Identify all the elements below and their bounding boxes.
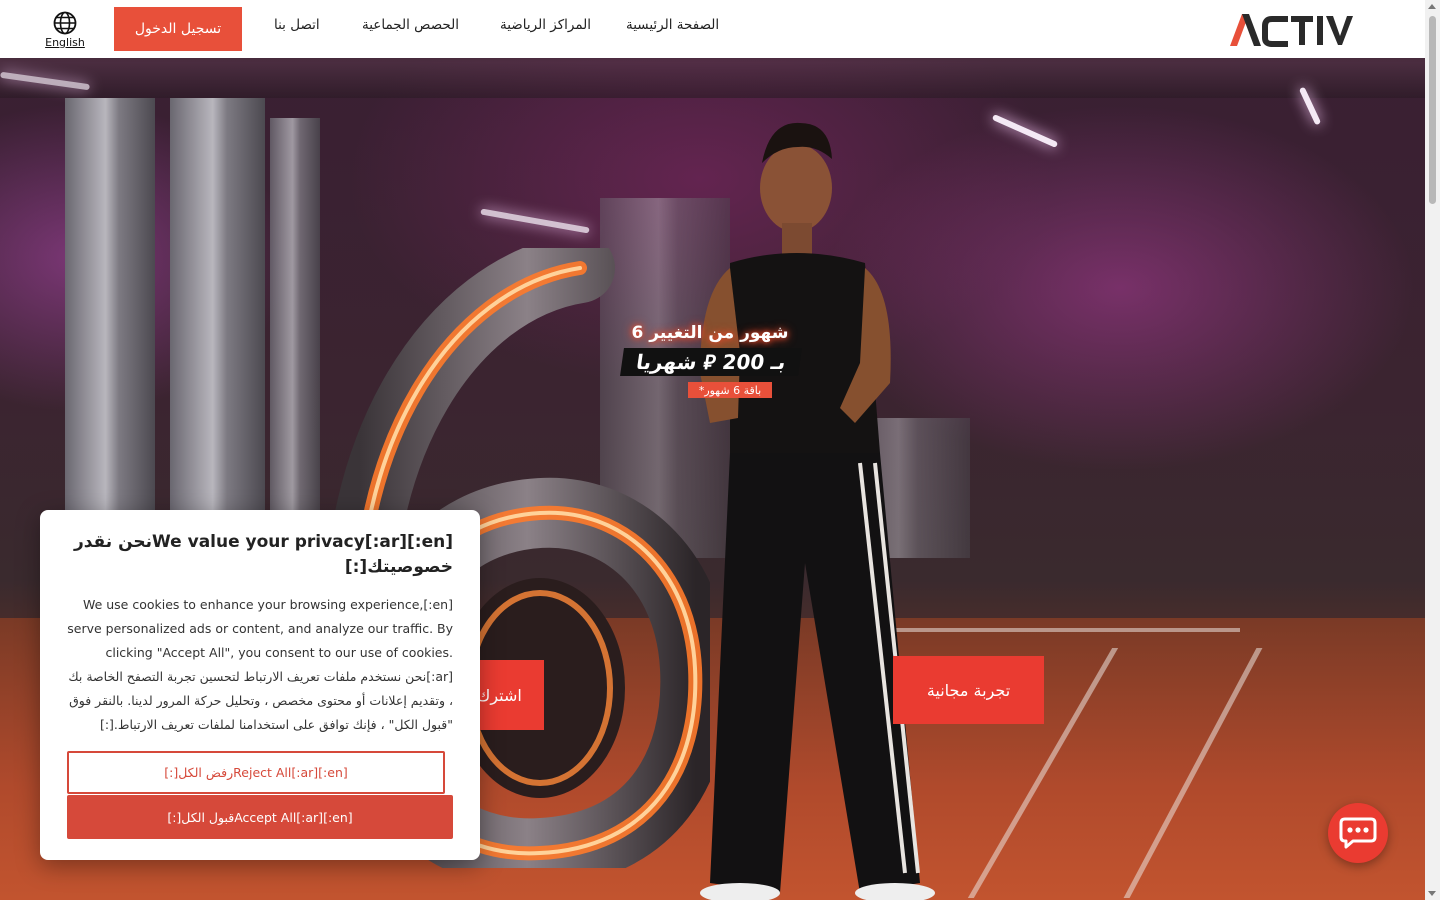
site-header: English تسجيل الدخول اتصل بنا الحصص الجم… bbox=[0, 0, 1425, 58]
nav-sports-centers[interactable]: المراكز الرياضية bbox=[500, 17, 591, 33]
globe-icon bbox=[53, 11, 77, 35]
reject-all-button[interactable]: [en:]Reject All[:ar]رفض الكل[:] bbox=[67, 751, 445, 794]
page-scrollbar[interactable] bbox=[1425, 0, 1440, 900]
nav-contact[interactable]: اتصل بنا bbox=[274, 17, 320, 33]
cookie-consent-dialog: [en:]We value your privacy[:ar]نحن نقدر … bbox=[40, 510, 480, 860]
scroll-up-arrow[interactable] bbox=[1428, 4, 1436, 9]
track-line bbox=[1123, 648, 1263, 898]
accept-all-button[interactable]: [en:]Accept All[:ar]قبول الكل[:] bbox=[67, 795, 453, 839]
athlete-figure bbox=[700, 122, 935, 900]
cookie-description: [en:]We use cookies to enhance your brow… bbox=[67, 597, 453, 732]
language-label[interactable]: English bbox=[44, 36, 86, 49]
chat-button[interactable] bbox=[1328, 803, 1388, 863]
activ-logo[interactable] bbox=[1228, 10, 1354, 50]
chat-bubble-icon bbox=[1339, 817, 1377, 849]
ceiling bbox=[0, 58, 1425, 98]
free-trial-button[interactable]: تجربة مجانية bbox=[893, 656, 1044, 724]
promo-note: *باقة 6 شهور bbox=[688, 382, 772, 398]
nav-group-classes[interactable]: الحصص الجماعية bbox=[362, 17, 459, 33]
ceiling-light bbox=[480, 208, 590, 234]
login-button[interactable]: تسجيل الدخول bbox=[114, 7, 242, 51]
nav-home[interactable]: الصفحة الرئيسية bbox=[626, 17, 719, 33]
promo-price: بـ 200 ⃁ شهريا bbox=[620, 348, 802, 376]
language-switcher[interactable]: English bbox=[44, 11, 86, 49]
cookie-title: [en:]We value your privacy[:ar]نحن نقدر … bbox=[73, 532, 453, 577]
ceiling-light bbox=[991, 114, 1059, 148]
scroll-thumb[interactable] bbox=[1429, 16, 1436, 204]
scroll-down-arrow[interactable] bbox=[1428, 891, 1436, 896]
promo-title: 6 شهور من التغيير bbox=[631, 323, 789, 343]
